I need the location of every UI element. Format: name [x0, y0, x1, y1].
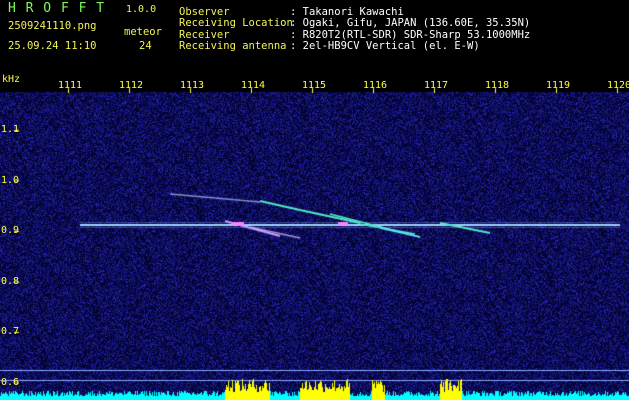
y-tick-label: 0.7 [1, 326, 20, 337]
x-tick-label: 1120 [607, 80, 629, 91]
x-tick-label: 1118 [485, 80, 510, 91]
x-tick-label: 1117 [424, 80, 449, 91]
app-version: 1.0.0 [126, 4, 157, 15]
file-name: 2509241110.png [8, 20, 97, 32]
meteor-count: 24 [139, 40, 152, 52]
spectrogram-canvas [0, 74, 629, 400]
x-tick-label: 1111 [58, 80, 83, 91]
x-tick-label: 1115 [302, 80, 327, 91]
header-panel: H R O F F T 1.0.0 2509241110.png meteor … [0, 0, 629, 74]
y-axis-unit: kHz [2, 74, 21, 85]
info-label-location: Receiving Location [179, 17, 293, 29]
y-tick-label: 1.0 [1, 174, 20, 186]
x-tick-label: 1113 [180, 80, 205, 91]
y-tick-label: 1.1 [1, 124, 20, 135]
y-tick-label: 0.6 [1, 376, 20, 388]
y-tick-label: 0.9 [1, 225, 20, 236]
info-value-location: : Ogaki, Gifu, JAPAN (136.60E, 35.35N) [290, 17, 531, 29]
meteor-label: meteor [124, 26, 162, 38]
info-label-antenna: Receiving antenna [179, 40, 287, 52]
y-tick-label: 0.8 [1, 275, 20, 287]
info-value-antenna: : 2el-HB9CV Vertical (el. E-W) [290, 40, 480, 52]
x-tick-label: 1119 [546, 80, 571, 91]
capture-datetime: 25.09.24 11:10 [8, 40, 97, 52]
x-tick-label: 1114 [241, 80, 266, 91]
app-name: H R O F F T [8, 1, 106, 16]
x-tick-label: 1116 [363, 80, 388, 91]
x-tick-label: 1112 [119, 80, 144, 91]
